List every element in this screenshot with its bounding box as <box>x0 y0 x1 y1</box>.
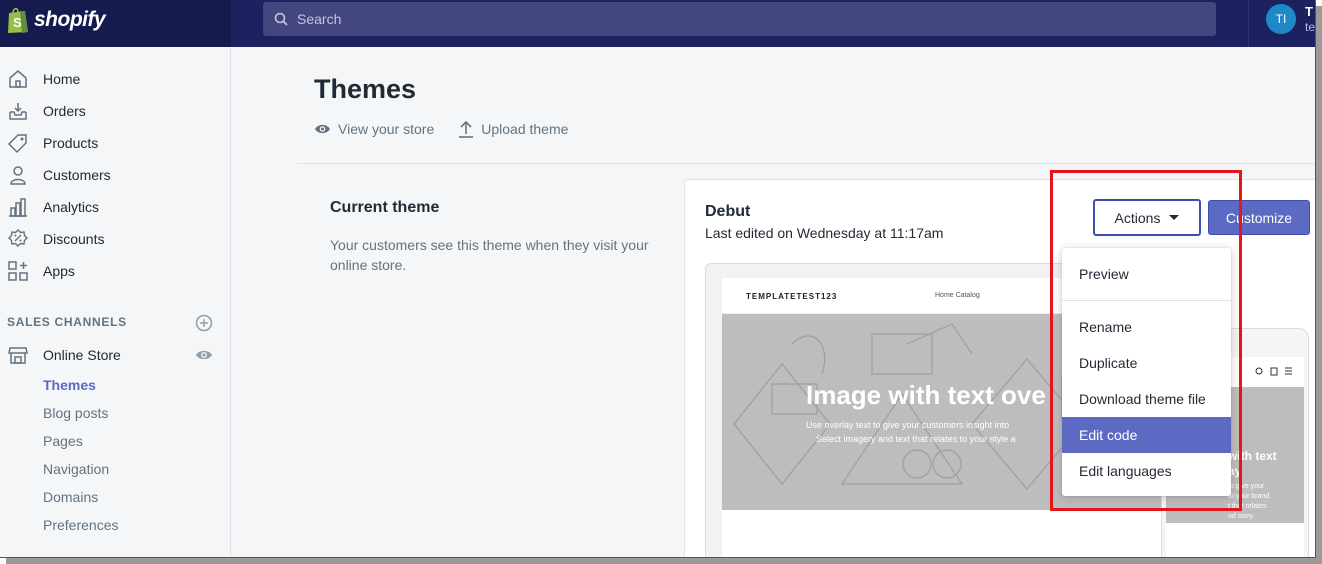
tag-icon <box>7 134 27 154</box>
upload-theme-label: Upload theme <box>481 121 569 137</box>
page-title: Themes <box>314 74 417 104</box>
top-bar: S shopify Search TI T te <box>0 0 1316 47</box>
preview-nav-links: Home Catalog <box>935 292 980 299</box>
menu-item-download-theme-file[interactable]: Download theme file <box>1062 381 1231 417</box>
menu-item-edit-code[interactable]: Edit code <box>1062 417 1231 453</box>
user-store: te <box>1305 20 1316 34</box>
menu-separator <box>1062 300 1231 301</box>
person-icon <box>10 166 26 185</box>
eye-icon <box>315 124 330 134</box>
sidebar-item-label: Customers <box>43 167 111 183</box>
user-name: T <box>1305 4 1313 19</box>
sidebar: Home Orders Products Customers Analytics… <box>0 47 231 557</box>
page-actions: View your store Upload theme <box>314 120 592 138</box>
brand-wordmark: shopify <box>34 8 106 31</box>
sidebar-subitem-domains[interactable]: Domains <box>43 489 98 505</box>
sidebar-subitem-blog-posts[interactable]: Blog posts <box>43 405 108 421</box>
actions-button[interactable]: Actions <box>1093 199 1201 236</box>
sidebar-subitem-pages[interactable]: Pages <box>43 433 83 449</box>
customize-button[interactable]: Customize <box>1208 200 1310 235</box>
sidebar-item-label: Online Store <box>43 347 121 363</box>
menu-item-edit-languages[interactable]: Edit languages <box>1062 453 1231 489</box>
current-theme-heading: Current theme <box>330 199 440 216</box>
preview-hero-line: Use overlay text to give your customers … <box>806 420 1010 430</box>
search-icon <box>274 12 288 26</box>
sidebar-item-orders[interactable]: Orders <box>0 97 230 125</box>
sales-channels-heading: SALES CHANNELS <box>7 315 127 329</box>
user-menu[interactable]: TI T te <box>1248 0 1316 47</box>
add-circle-icon[interactable] <box>195 314 213 332</box>
theme-last-edited: Last edited on Wednesday at 11:17am <box>705 225 944 241</box>
shopify-bag-icon: S <box>8 7 28 33</box>
eye-icon[interactable] <box>195 346 213 364</box>
sidebar-item-label: Analytics <box>43 199 100 215</box>
upload-theme-link[interactable]: Upload theme <box>458 120 568 138</box>
mobile-hero-title-line: with text <box>1228 449 1277 463</box>
sidebar-item-label: Home <box>43 71 81 87</box>
svg-text:S: S <box>13 15 22 30</box>
sidebar-subitem-preferences[interactable]: Preferences <box>43 517 118 533</box>
view-store-link[interactable]: View your store <box>314 120 434 138</box>
brand-zone: S shopify <box>0 0 231 47</box>
sidebar-item-label: Products <box>43 135 99 151</box>
mobile-hero-text: to give your to your brand. t that relat… <box>1228 482 1271 522</box>
window-shadow-bottom <box>6 558 1322 564</box>
preview-hero-text: Use overlay text to give your customers … <box>806 418 1016 446</box>
actions-label: Actions <box>1114 209 1161 226</box>
sidebar-item-label: Orders <box>43 103 86 119</box>
sidebar-item-discounts[interactable]: Discounts <box>0 225 230 253</box>
sidebar-item-analytics[interactable]: Analytics <box>0 193 230 221</box>
current-theme-description: Your customers see this theme when they … <box>330 237 649 273</box>
preview-hero-title: Image with text ove <box>806 380 1046 410</box>
mobile-hero-line: to give your <box>1228 483 1265 490</box>
preview-store-name: TEMPLATETEST123 <box>746 292 838 301</box>
section-divider <box>297 163 1315 164</box>
mobile-hero-title-line: ay <box>1228 464 1242 478</box>
discount-icon <box>8 229 28 247</box>
sidebar-item-apps[interactable]: Apps <box>0 257 230 285</box>
theme-name: Debut <box>705 203 751 220</box>
store-icon <box>8 347 28 364</box>
sidebar-subitem-themes[interactable]: Themes <box>43 377 96 393</box>
mobile-hero-title: with text ay <box>1228 449 1277 479</box>
menu-item-duplicate[interactable]: Duplicate <box>1062 345 1231 381</box>
window-shadow-right <box>1316 6 1322 564</box>
upload-icon <box>459 120 474 138</box>
orders-icon <box>9 103 27 120</box>
search-bar[interactable]: Search <box>263 2 1216 36</box>
menu-item-rename[interactable]: Rename <box>1062 309 1231 345</box>
sidebar-subitem-navigation[interactable]: Navigation <box>43 461 109 477</box>
mobile-hero-line: t that relates <box>1228 503 1267 510</box>
app-window: S shopify Search TI T te Home Orders Pro… <box>0 0 1316 558</box>
caret-down-icon <box>1169 215 1180 220</box>
apps-icon <box>8 261 28 281</box>
mobile-hero-line: nd story. <box>1228 513 1255 520</box>
menu-item-preview[interactable]: Preview <box>1062 256 1231 292</box>
shopify-logo[interactable]: S shopify <box>6 6 106 34</box>
home-icon <box>9 70 27 88</box>
mobile-hero-line: to your brand. <box>1228 493 1272 500</box>
bar-chart-icon <box>9 198 27 217</box>
search-placeholder: Search <box>297 11 342 27</box>
sidebar-item-label: Discounts <box>43 231 105 247</box>
actions-dropdown-menu: Preview Rename Duplicate Download theme … <box>1062 248 1231 496</box>
sidebar-item-label: Apps <box>43 263 75 279</box>
preview-hero-line: Select imagery and text that relates to … <box>816 434 1016 444</box>
sidebar-item-home[interactable]: Home <box>0 65 230 93</box>
sidebar-item-products[interactable]: Products <box>0 129 230 157</box>
avatar[interactable]: TI <box>1266 4 1296 34</box>
view-store-label: View your store <box>338 121 435 137</box>
sidebar-item-customers[interactable]: Customers <box>0 161 230 189</box>
